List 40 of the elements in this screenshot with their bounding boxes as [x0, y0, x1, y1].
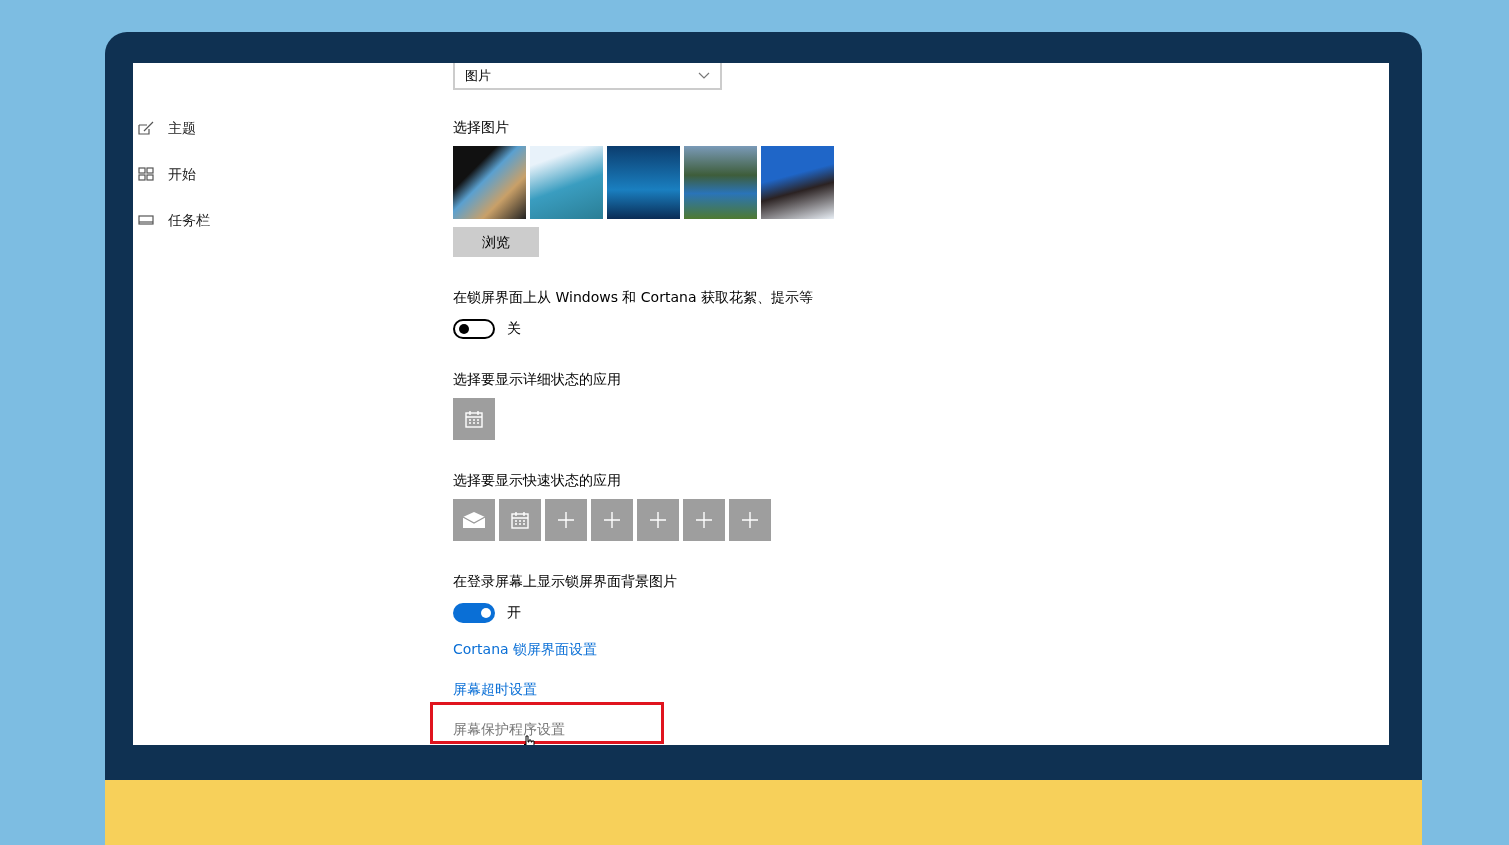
- section-label: 选择要显示快速状态的应用: [453, 471, 622, 490]
- plus-icon: [742, 512, 758, 528]
- calendar-icon: [464, 409, 484, 429]
- section-label: 选择图片: [453, 118, 510, 137]
- settings-link[interactable]: 屏幕保护程序设置: [453, 721, 565, 737]
- sidebar-item[interactable]: 任务栏: [138, 211, 453, 229]
- calendar-app-button[interactable]: [453, 398, 495, 440]
- toggle-state-label: 开: [507, 603, 521, 622]
- sidebar-item[interactable]: 主题: [138, 119, 453, 137]
- setting-label: 在锁屏界面上从 Windows 和 Cortana 获取花絮、提示等: [453, 288, 814, 307]
- settings-link[interactable]: 屏幕超时设置: [453, 681, 537, 697]
- toggle-switch[interactable]: [453, 318, 495, 339]
- chevron-down-icon: [698, 72, 710, 79]
- photo-placeholder[interactable]: [761, 146, 834, 219]
- grid-icon: [138, 167, 154, 181]
- plus-icon: [604, 512, 620, 528]
- brush-icon: [138, 121, 154, 135]
- add-app-button[interactable]: [729, 499, 771, 541]
- settings-link[interactable]: Cortana 锁屏界面设置: [453, 641, 598, 657]
- mail-icon: [462, 511, 486, 529]
- toggle-switch[interactable]: [453, 602, 495, 623]
- add-app-button[interactable]: [545, 499, 587, 541]
- photo-placeholder[interactable]: [530, 146, 603, 219]
- plus-icon: [558, 512, 574, 528]
- add-app-button[interactable]: [591, 499, 633, 541]
- photo-placeholder[interactable]: [453, 146, 526, 219]
- mail-app-button[interactable]: [453, 499, 495, 541]
- setting-label: 在登录屏幕上显示锁屏界面背景图片: [453, 572, 678, 591]
- taskbar-icon: [138, 213, 154, 227]
- section-label: 选择要显示详细状态的应用: [453, 370, 622, 389]
- toggle-state-label: 关: [507, 319, 521, 338]
- calendar-app-button[interactable]: [499, 499, 541, 541]
- browse-button[interactable]: 浏览: [453, 227, 539, 257]
- plus-icon: [650, 512, 666, 528]
- dropdown[interactable]: 图片: [453, 63, 722, 90]
- sidebar-item[interactable]: 开始: [138, 165, 453, 183]
- calendar-icon: [510, 510, 530, 530]
- add-app-button[interactable]: [637, 499, 679, 541]
- plus-icon: [696, 512, 712, 528]
- add-app-button[interactable]: [683, 499, 725, 541]
